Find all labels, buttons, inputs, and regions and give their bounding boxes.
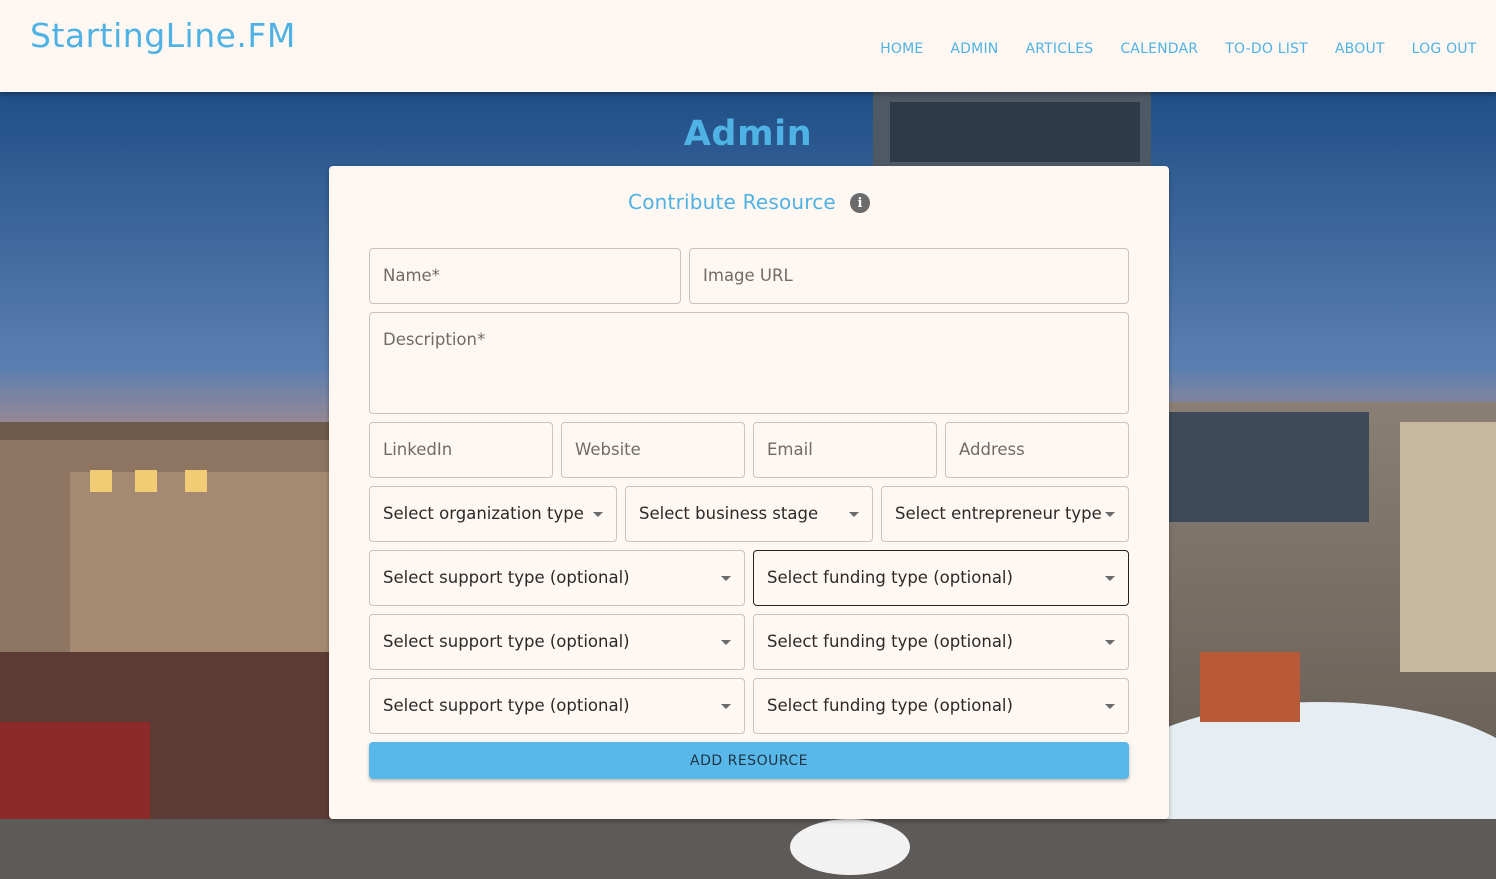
chevron-down-icon — [721, 640, 731, 645]
card-title: Contribute Resource — [628, 190, 836, 214]
chevron-down-icon — [1105, 640, 1115, 645]
chevron-down-icon — [721, 576, 731, 581]
website-field[interactable]: Website — [561, 422, 745, 478]
entrepreneur-type-value: Select entrepreneur type — [895, 504, 1102, 523]
image-url-field[interactable]: Image URL — [689, 248, 1129, 304]
chevron-down-icon — [1105, 704, 1115, 709]
address-field[interactable]: Address — [945, 422, 1129, 478]
chevron-down-icon — [593, 512, 603, 517]
chevron-down-icon — [721, 704, 731, 709]
card-header: Contribute Resource i — [329, 190, 1169, 214]
funding-type-value: Select funding type (optional) — [767, 632, 1013, 651]
funding-type-select-2[interactable]: Select funding type (optional) — [753, 614, 1129, 670]
support-type-value: Select support type (optional) — [383, 632, 630, 651]
name-field[interactable]: Name* — [369, 248, 681, 304]
funding-type-select-1[interactable]: Select funding type (optional) — [753, 550, 1129, 606]
nav-home[interactable]: HOME — [867, 41, 937, 57]
website-placeholder: Website — [575, 440, 641, 459]
business-stage-select[interactable]: Select business stage — [625, 486, 873, 542]
organization-type-select[interactable]: Select organization type — [369, 486, 617, 542]
brand-logo[interactable]: StartingLine.FM — [30, 16, 296, 55]
support-type-select-3[interactable]: Select support type (optional) — [369, 678, 745, 734]
organization-type-value: Select organization type — [383, 504, 584, 523]
description-placeholder: Description* — [383, 330, 486, 349]
funding-type-select-3[interactable]: Select funding type (optional) — [753, 678, 1129, 734]
contribute-resource-card: Contribute Resource i Name* Image URL De… — [329, 166, 1169, 819]
email-placeholder: Email — [767, 440, 813, 459]
support-type-select-2[interactable]: Select support type (optional) — [369, 614, 745, 670]
support-type-value: Select support type (optional) — [383, 696, 630, 715]
nav-links: HOME ADMIN ARTICLES CALENDAR TO-DO LIST … — [867, 41, 1490, 57]
email-field[interactable]: Email — [753, 422, 937, 478]
chevron-down-icon — [1105, 576, 1115, 581]
address-placeholder: Address — [959, 440, 1025, 459]
add-resource-button[interactable]: ADD RESOURCE — [369, 742, 1129, 779]
linkedin-field[interactable]: LinkedIn — [369, 422, 553, 478]
nav-calendar[interactable]: CALENDAR — [1107, 41, 1212, 57]
page-title: Admin — [683, 114, 813, 154]
support-type-select-1[interactable]: Select support type (optional) — [369, 550, 745, 606]
chevron-down-icon — [849, 512, 859, 517]
entrepreneur-type-select[interactable]: Select entrepreneur type — [881, 486, 1129, 542]
linkedin-placeholder: LinkedIn — [383, 440, 453, 459]
nav-todo-list[interactable]: TO-DO LIST — [1212, 41, 1322, 57]
business-stage-value: Select business stage — [639, 504, 819, 523]
funding-type-value: Select funding type (optional) — [767, 568, 1013, 587]
nav-log-out[interactable]: LOG OUT — [1398, 41, 1490, 57]
top-navbar: StartingLine.FM HOME ADMIN ARTICLES CALE… — [0, 0, 1496, 92]
image-url-placeholder: Image URL — [703, 266, 793, 285]
nav-admin[interactable]: ADMIN — [937, 41, 1012, 57]
funding-type-value: Select funding type (optional) — [767, 696, 1013, 715]
nav-articles[interactable]: ARTICLES — [1012, 41, 1107, 57]
support-type-value: Select support type (optional) — [383, 568, 630, 587]
info-icon[interactable]: i — [849, 193, 870, 213]
nav-about[interactable]: ABOUT — [1321, 41, 1398, 57]
name-placeholder: Name* — [383, 266, 440, 285]
chevron-down-icon — [1105, 512, 1115, 517]
description-field[interactable]: Description* — [369, 312, 1129, 414]
